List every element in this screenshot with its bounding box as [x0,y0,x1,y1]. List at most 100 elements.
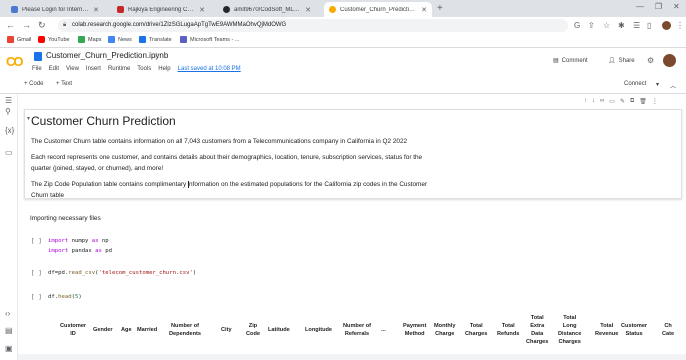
google-lens-icon[interactable]: G [574,21,580,30]
table-header: Zip Code [246,323,260,337]
table-header: Number of Dependents [169,323,202,337]
forward-arrow-icon[interactable]: → [22,20,31,30]
url-field[interactable]: 🔒︎ colab.research.google.com/drive/1ZlzS… [58,19,568,32]
bookmark-star-icon[interactable]: ☆ [603,21,610,30]
table-header: Total Long Distance Charges [558,315,582,345]
markdown-cell[interactable]: ▾ Customer Churn Prediction The Customer… [24,109,682,199]
back-arrow-icon[interactable]: ← [6,20,15,30]
table-of-contents-icon[interactable]: ☰ [5,96,12,105]
browser-tab[interactable]: Rajkiya Engineering College, De ✕ [112,2,210,17]
extensions-icon[interactable]: ✱ [618,21,625,30]
section-heading: Customer Churn Prediction [31,114,176,128]
paragraph-1: The Customer Churn table contains inform… [31,138,408,145]
terminal-icon[interactable]: ▣ [5,344,13,353]
browser-tab-active[interactable]: Customer_Churn_Prediction.ipyn ✕ [324,2,432,17]
bookmark-youtube[interactable]: YouTube [38,36,70,43]
bookmark-translate[interactable]: Translate [139,36,172,43]
files-folder-icon[interactable]: ▭ [5,148,13,157]
notebook-title[interactable]: Customer_Churn_Prediction.ipynb [46,51,168,60]
gmail-icon [7,36,14,43]
menu-insert[interactable]: Insert [86,66,101,72]
mirror-cell-icon[interactable]: ⧉ [630,98,634,105]
collapse-section-icon[interactable]: ▾ [27,115,30,122]
search-icon[interactable]: ⚲ [5,107,11,116]
comment-button[interactable]: ▤ Comment [553,57,588,65]
table-header: Ch Cate [662,323,675,337]
paragraph-3c: Churn table [31,192,65,199]
share-person-icon: 👤︎ [608,58,616,64]
chevron-down-icon[interactable]: ▾ [656,81,659,88]
code-cell-read-csv[interactable]: [ ] df=pd.read_csv('telecom_customer_chu… [28,270,678,280]
menu-view[interactable]: View [66,66,79,72]
close-icon[interactable]: ✕ [93,6,99,14]
star-icon[interactable]: ☆ [153,51,160,60]
comment-icon[interactable]: ▭ [609,98,615,105]
close-icon[interactable]: ✕ [421,6,427,14]
connect-button[interactable]: Connect [624,81,646,87]
close-icon[interactable]: ✕ [199,6,205,14]
menu-edit[interactable]: Edit [49,66,59,72]
edit-pencil-icon[interactable]: ✎ [620,98,625,105]
table-header: Payment Method [403,323,427,337]
bookmark-news[interactable]: News [108,36,132,43]
run-cell-button[interactable]: [ ] [31,238,42,245]
delete-trash-icon[interactable]: 🗑︎ [639,98,647,105]
run-cell-button[interactable]: [ ] [31,270,42,277]
add-text-button[interactable]: + Text [56,81,72,87]
gear-icon[interactable]: ⚙ [647,56,654,65]
collapse-header-icon[interactable]: ︿ [670,81,676,90]
tab-favicon-icon [11,6,18,13]
menu-help[interactable]: Help [158,66,170,72]
bookmarks-bar: Gmail YouTube Maps News Translate Micros… [0,34,686,48]
close-icon[interactable]: ✕ [305,6,311,14]
share-button[interactable]: 👤︎ Share [608,57,635,65]
table-header: Total Charges [465,323,488,337]
drive-file-icon [34,52,42,61]
left-sidebar: ☰ ⚲ {x} ▭ ‹› ▤ ▣ [0,94,18,360]
move-cell-up-icon[interactable]: ↑ [584,98,587,105]
bookmark-maps[interactable]: Maps [78,36,101,43]
bookmark-teams[interactable]: Microsoft Teams - ... [180,36,239,43]
table-header: Total Revenue [595,323,619,337]
kebab-menu-icon[interactable]: ⋮ [676,21,684,30]
menu-tools[interactable]: Tools [137,66,151,72]
run-cell-button[interactable]: [ ] [31,294,42,301]
sidebar-icon[interactable]: ▯ [647,21,651,30]
horizontal-scrollbar[interactable] [18,354,686,360]
table-header: Number of Referrals [343,323,371,337]
translate-icon [139,36,146,43]
colab-logo-icon[interactable]: CO [6,54,23,69]
add-code-button[interactable]: + Code [24,81,44,87]
menu-file[interactable]: File [32,66,42,72]
maximize-icon[interactable]: ❐ [655,2,662,11]
profile-avatar[interactable] [662,21,671,30]
code-line: import pandas as pd [48,248,113,254]
code-snippets-icon[interactable]: ‹› [5,309,10,318]
minimize-icon[interactable]: — [636,2,644,11]
table-header: Monthly Charge [434,323,456,337]
close-window-icon[interactable]: ✕ [673,2,680,11]
bookmark-manager-icon[interactable]: ☰ [633,21,640,30]
last-saved-link[interactable]: Last saved at 10:08 PM [178,66,241,72]
table-header: Total Extra Data Charges [526,315,549,345]
table-header: Total Refunds [497,323,520,337]
menu-runtime[interactable]: Runtime [108,66,130,72]
paragraph-2b: quarter (joined, stayed, or churned), an… [31,165,164,172]
colab-menu-bar: File Edit View Insert Runtime Tools Help… [32,66,241,72]
command-palette-icon[interactable]: ▤ [5,326,13,335]
browser-tab[interactable]: Please Login for Internet access ✕ [6,2,104,17]
reload-icon[interactable]: ↻ [38,20,46,31]
browser-tab[interactable]: amit9670/CodSoft_ML_Task4 ✕ [218,2,316,17]
link-icon[interactable]: ∞ [600,98,604,105]
account-avatar[interactable] [663,54,676,67]
share-page-icon[interactable]: ⇪ [588,21,595,30]
code-cell-imports[interactable]: [ ] import numpy as np import pandas as … [28,238,678,258]
bookmark-gmail[interactable]: Gmail [7,36,31,43]
code-cell-head[interactable]: [ ] df.head(5) [28,294,678,304]
variables-icon[interactable]: {x} [5,126,14,135]
move-cell-down-icon[interactable]: ↓ [592,98,595,105]
browser-tab-strip: Please Login for Internet access ✕ Rajki… [0,0,686,17]
paragraph-3a: The Zip Code Population table contains c… [31,180,428,188]
new-tab-icon[interactable]: + [437,3,443,14]
more-options-icon[interactable]: ⋮ [652,98,658,105]
